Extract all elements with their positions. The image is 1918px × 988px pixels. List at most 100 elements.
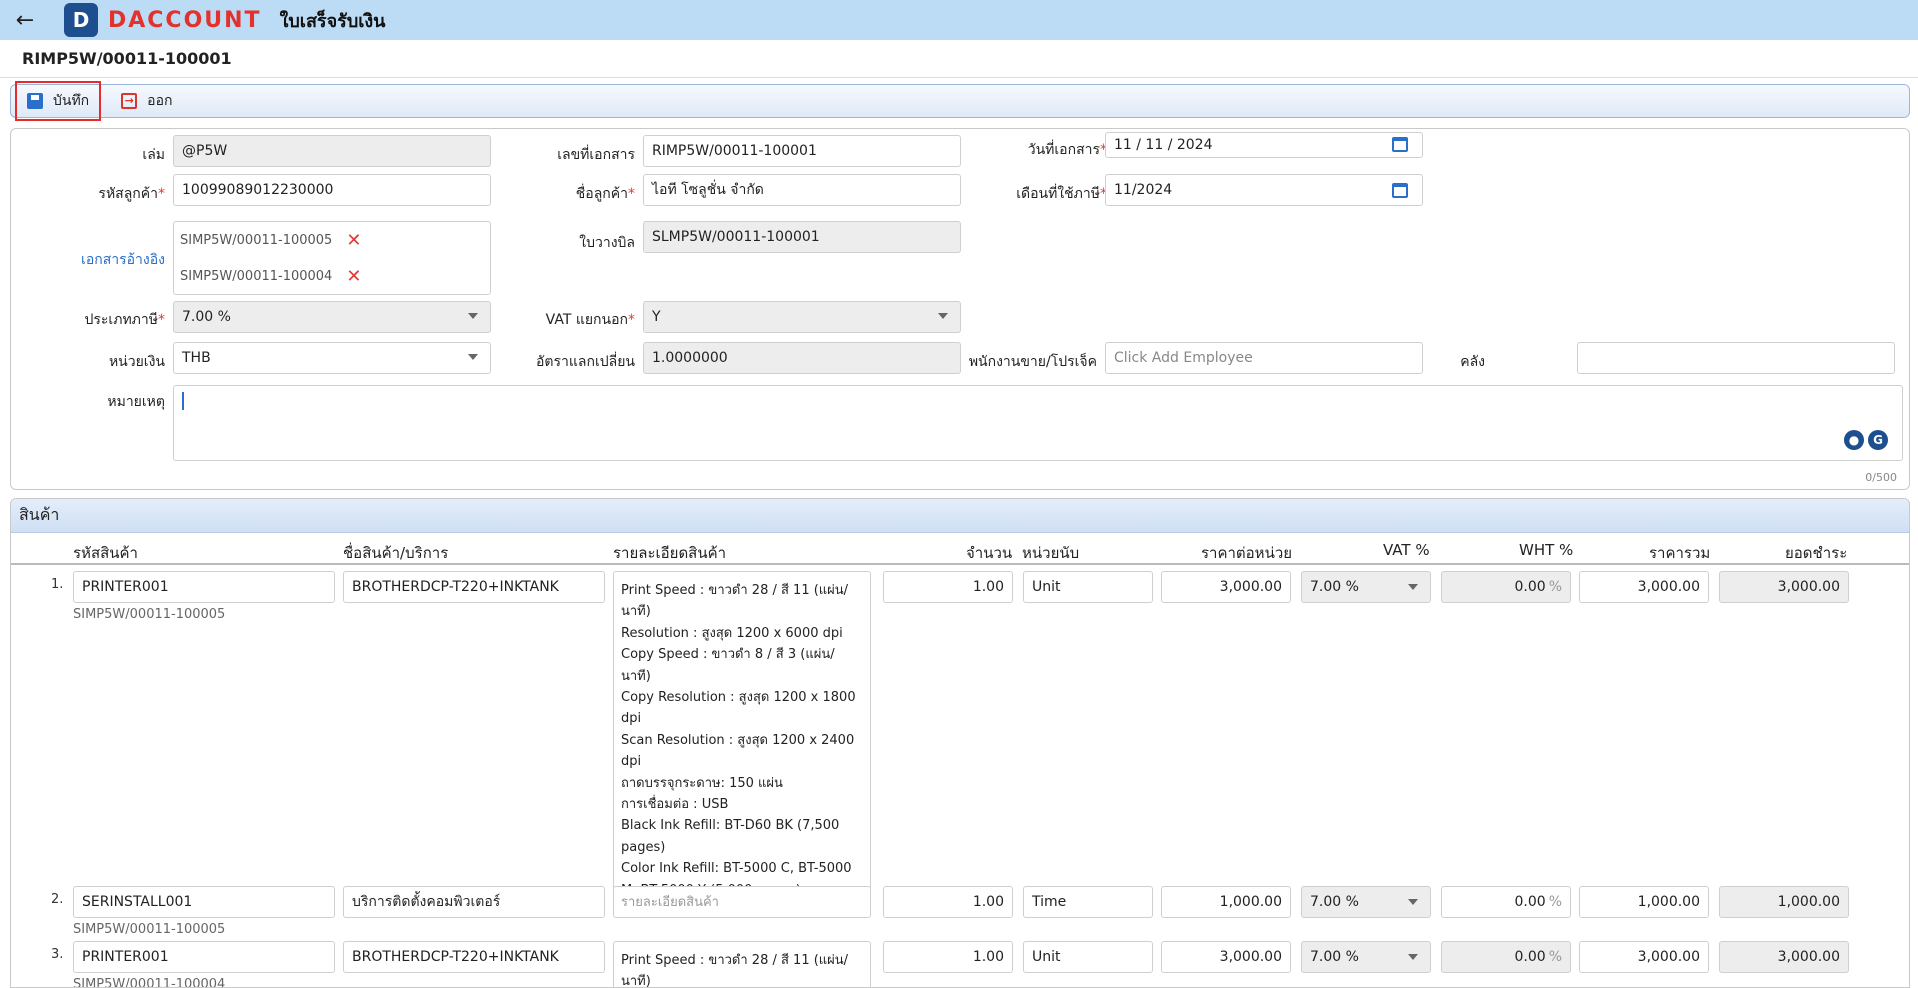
net-field: 3,000.00: [1719, 571, 1849, 603]
calendar-icon[interactable]: [1392, 137, 1408, 152]
unit-input[interactable]: Unit: [1023, 941, 1153, 973]
wht-input[interactable]: 0.00%: [1441, 571, 1571, 603]
exit-button[interactable]: → ออก: [111, 81, 182, 121]
products-section: สินค้า รหัสสินค้า ชื่อสินค้า/บริการ รายล…: [10, 498, 1910, 988]
taxmonth-field[interactable]: 11/2024: [1105, 174, 1423, 206]
document-number: RIMP5W/00011-100001: [0, 40, 1918, 78]
header-form: เล่ม @P5W เลขที่เอกสาร RIMP5W/00011-1000…: [10, 128, 1910, 490]
char-counter: 0/500: [1865, 471, 1897, 484]
docdate-value: 11 / 11 / 2024: [1114, 137, 1213, 153]
chevron-down-icon: [1408, 899, 1418, 905]
col-unit: หน่วยนับ: [1022, 544, 1080, 562]
custcode-label: รหัสลูกค้า*: [98, 186, 165, 202]
row-number: 1.: [51, 577, 64, 592]
unit-price: 3,000.00: [1219, 579, 1282, 595]
warehouse-label: คลัง: [1460, 354, 1485, 370]
table-row: 2. SERINSTALL001 SIMP5W/00011-100005 บริ…: [11, 882, 1909, 937]
product-name-input[interactable]: BROTHERDCP-T220+INKTANK: [343, 571, 605, 603]
docno-field[interactable]: RIMP5W/00011-100001: [643, 135, 961, 167]
vatsep-select[interactable]: Y: [643, 301, 961, 333]
reference-number: SIMP5W/00011-100004: [180, 269, 333, 284]
wht-input[interactable]: 0.00%: [1441, 886, 1571, 918]
calendar-icon[interactable]: [1392, 183, 1408, 198]
unit-input[interactable]: Unit: [1023, 571, 1153, 603]
remark-textarea[interactable]: ● G: [173, 385, 1903, 461]
taxtype-value: 7.00 %: [182, 309, 231, 325]
billing-value: SLMP5W/00011-100001: [652, 229, 820, 245]
custname-field[interactable]: ไอที โซลูชั่น จำกัด: [643, 174, 961, 206]
quantity: 1.00: [972, 894, 1004, 910]
unit-price: 3,000.00: [1219, 949, 1282, 965]
wht-value: 0.00: [1514, 949, 1546, 965]
vat-value: 7.00 %: [1310, 894, 1359, 910]
percent-sign: %: [1548, 894, 1562, 910]
col-vat: VAT %: [1383, 541, 1430, 559]
reference-item: SIMP5W/00011-100005 ✕: [180, 230, 361, 251]
text-cursor: [182, 392, 184, 410]
vat-select[interactable]: 7.00 %: [1301, 886, 1431, 918]
total-input[interactable]: 1,000.00: [1579, 886, 1709, 918]
rate-field[interactable]: 1.0000000: [643, 342, 961, 374]
product-name: BROTHERDCP-T220+INKTANK: [352, 949, 559, 965]
custcode-field[interactable]: 10099089012230000: [173, 174, 491, 206]
product-code-input[interactable]: SERINSTALL001: [73, 886, 335, 918]
vat-select[interactable]: 7.00 %: [1301, 941, 1431, 973]
product-code-input[interactable]: PRINTER001: [73, 571, 335, 603]
taxtype-select[interactable]: 7.00 %: [173, 301, 491, 333]
quantity-input[interactable]: 1.00: [883, 886, 1013, 918]
warehouse-field[interactable]: [1577, 342, 1895, 374]
billing-field[interactable]: SLMP5W/00011-100001: [643, 221, 961, 253]
unit-price-input[interactable]: 1,000.00: [1161, 886, 1291, 918]
book-field[interactable]: @P5W: [173, 135, 491, 167]
total: 1,000.00: [1637, 894, 1700, 910]
logo-mark: D: [64, 3, 98, 37]
back-arrow-icon[interactable]: ←: [0, 8, 50, 33]
currency-select[interactable]: THB: [173, 342, 491, 374]
rate-label: อัตราแลกเปลี่ยน: [536, 354, 635, 370]
unit-input[interactable]: Time: [1023, 886, 1153, 918]
total-input[interactable]: 3,000.00: [1579, 941, 1709, 973]
reference-docs-link[interactable]: เอกสารอ้างอิง: [41, 249, 165, 271]
app-header: ← D DACCOUNT ใบเสร็จรับเงิน: [0, 0, 1918, 40]
total: 3,000.00: [1637, 579, 1700, 595]
product-code: PRINTER001: [82, 579, 169, 595]
vatsep-value: Y: [652, 309, 661, 325]
save-button[interactable]: บันทึก: [15, 81, 102, 121]
save-label: บันทึก: [53, 93, 90, 109]
col-net: ยอดชำระ: [1785, 544, 1848, 562]
employee-field[interactable]: Click Add Employee: [1105, 342, 1423, 374]
docdate-field[interactable]: 11 / 11 / 2024: [1105, 132, 1423, 158]
quantity-input[interactable]: 1.00: [883, 941, 1013, 973]
remove-reference-icon[interactable]: ✕: [346, 266, 361, 287]
net-amount: 3,000.00: [1777, 949, 1840, 965]
exit-label: ออก: [147, 93, 173, 109]
custname-label: ชื่อลูกค้า*: [575, 186, 635, 202]
vat-select[interactable]: 7.00 %: [1301, 571, 1431, 603]
product-description[interactable]: Print Speed : ขาวดำ 28 / สี 11 (แผ่น/นาท…: [613, 941, 871, 987]
chevron-down-icon: [468, 313, 478, 319]
grammar-icon[interactable]: G: [1868, 430, 1888, 450]
wht-input[interactable]: 0.00%: [1441, 941, 1571, 973]
product-description[interactable]: Print Speed : ขาวดำ 28 / สี 11 (แผ่น/นาท…: [613, 571, 871, 911]
wht-value: 0.00: [1514, 579, 1546, 595]
product-name-input[interactable]: บริการติดตั้งคอมพิวเตอร์: [343, 886, 605, 918]
net-amount: 1,000.00: [1777, 894, 1840, 910]
remove-reference-icon[interactable]: ✕: [346, 230, 361, 251]
product-code-input[interactable]: PRINTER001: [73, 941, 335, 973]
unit-price-input[interactable]: 3,000.00: [1161, 571, 1291, 603]
net-field: 3,000.00: [1719, 941, 1849, 973]
row-number: 2.: [51, 892, 64, 907]
book-label: เล่ม: [142, 147, 165, 163]
lightbulb-icon[interactable]: ●: [1844, 430, 1864, 450]
col-price: ราคาต่อหน่วย: [1201, 544, 1293, 562]
product-name-input[interactable]: BROTHERDCP-T220+INKTANK: [343, 941, 605, 973]
quantity: 1.00: [972, 579, 1004, 595]
remark-label: หมายเหตุ: [107, 394, 165, 410]
product-description-input[interactable]: รายละเอียดสินค้า: [613, 886, 871, 918]
currency-label: หน่วยเงิน: [108, 354, 165, 370]
products-title: สินค้า: [11, 499, 1909, 533]
percent-sign: %: [1548, 949, 1562, 965]
unit-price-input[interactable]: 3,000.00: [1161, 941, 1291, 973]
quantity-input[interactable]: 1.00: [883, 571, 1013, 603]
total-input[interactable]: 3,000.00: [1579, 571, 1709, 603]
